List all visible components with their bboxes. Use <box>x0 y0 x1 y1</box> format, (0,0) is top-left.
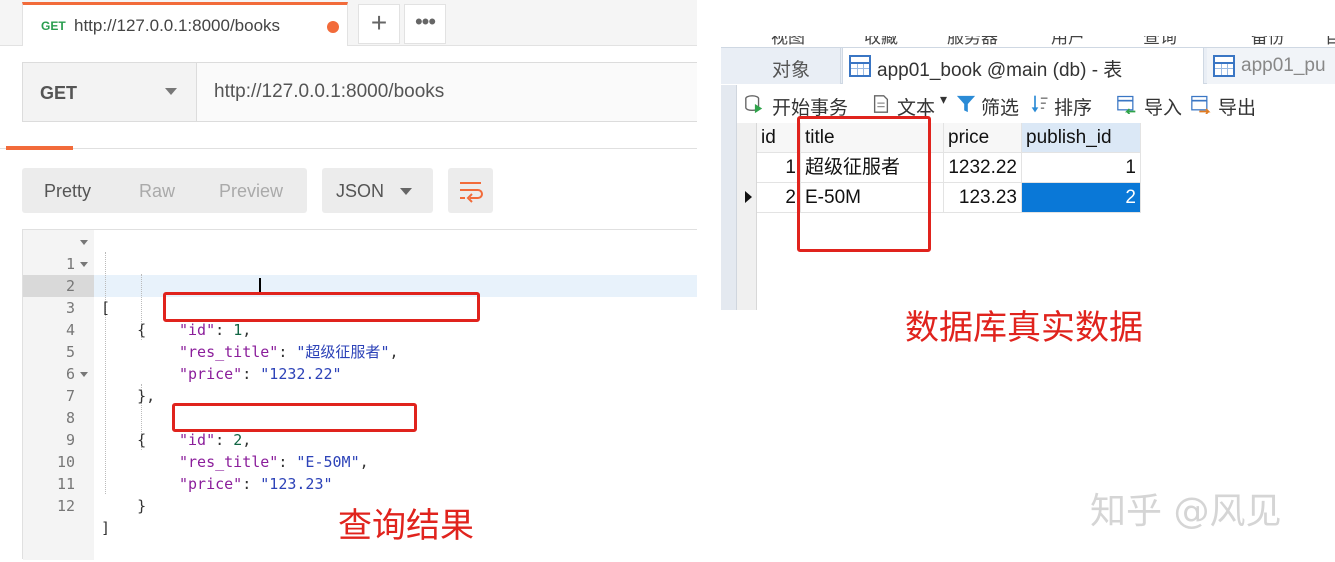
import-icon <box>1117 95 1136 114</box>
code-text: } <box>101 497 147 515</box>
menu-auto[interactable]: 自 <box>1325 36 1335 47</box>
code-line: 2 { <box>23 253 697 339</box>
fold-arrow-icon[interactable] <box>80 240 88 245</box>
code-line: 10 "price": "123.23" <box>23 429 697 493</box>
text-dropdown-icon[interactable]: ▾ <box>940 91 947 108</box>
sort-icon <box>1031 95 1048 113</box>
format-label: JSON <box>336 181 385 201</box>
code-line: 7 { <box>23 363 697 449</box>
format-select[interactable]: JSON <box>322 168 433 213</box>
menu-bar: 视图 收藏 服务器 用户 查询 备份 自 <box>721 36 1335 48</box>
export-button[interactable]: 导出 <box>1218 93 1256 120</box>
unsaved-dot-icon <box>327 21 339 33</box>
section-divider <box>0 148 697 149</box>
tab-url-label: http://127.0.0.1:8000/books <box>74 16 281 35</box>
navicat-tab-bar: 对象 app01_book @main (db) - 表 app01_pu <box>721 48 1335 84</box>
request-bar: GET http://127.0.0.1:8000/books <box>22 62 697 122</box>
code-text: ] <box>101 519 111 537</box>
code-line: 12 ] <box>23 473 697 537</box>
wrap-lines-icon <box>460 182 483 203</box>
wrap-lines-button[interactable] <box>448 168 493 213</box>
cell-id[interactable]: 1 <box>757 153 801 183</box>
menu-favorites[interactable]: 收藏 <box>864 36 898 47</box>
import-button[interactable]: 导入 <box>1144 93 1182 120</box>
new-tab-button[interactable]: + <box>358 4 400 44</box>
cell-publish-id[interactable]: 1 <box>1022 153 1141 183</box>
tab-app01-book[interactable]: app01_book @main (db) - 表 <box>842 48 1204 84</box>
chevron-down-icon <box>400 188 412 195</box>
filter-icon <box>956 95 976 113</box>
cell-price[interactable]: 1232.22 <box>944 153 1022 183</box>
code-line: 6 }, <box>23 341 697 405</box>
highlight-box-title-column <box>797 116 931 252</box>
column-header-publish-id[interactable]: publish_id <box>1022 123 1141 153</box>
column-header-price[interactable]: price <box>944 123 1022 153</box>
cell-id[interactable]: 2 <box>757 183 801 213</box>
method-label: GET <box>40 83 78 103</box>
code-line: 5 "price": "1232.22" <box>23 319 697 383</box>
highlight-box-res-title-1 <box>163 292 480 322</box>
export-icon <box>1191 95 1211 114</box>
table-icon <box>1213 55 1235 77</box>
filter-button[interactable]: 筛选 <box>981 93 1019 120</box>
menu-view[interactable]: 视图 <box>771 36 805 47</box>
menu-query[interactable]: 查询 <box>1143 36 1177 47</box>
side-strip <box>721 85 737 310</box>
tab-app01-publish[interactable]: app01_pu <box>1207 48 1335 84</box>
request-tab[interactable]: GET http://127.0.0.1:8000/books <box>22 2 348 46</box>
row-header-column <box>737 123 757 310</box>
fold-arrow-icon[interactable] <box>80 372 88 377</box>
cell-price[interactable]: 123.23 <box>944 183 1022 213</box>
more-tabs-button[interactable]: ••• <box>404 4 446 44</box>
begin-transaction-icon <box>745 95 763 114</box>
menu-backup[interactable]: 备份 <box>1251 36 1285 47</box>
response-view-tabs: Pretty Raw Preview <box>22 168 307 213</box>
tab-app01-publish-label: app01_pu <box>1241 55 1326 76</box>
sort-button[interactable]: 排序 <box>1054 93 1092 120</box>
tab-preview[interactable]: Preview <box>219 181 283 202</box>
code-line: 11 } <box>23 451 697 515</box>
watermark: 知乎 @风见 <box>1090 491 1282 532</box>
tab-pretty[interactable]: Pretty <box>44 181 91 202</box>
caption-real-data: 数据库真实数据 <box>905 308 1143 348</box>
table-icon <box>849 55 871 77</box>
tab-objects-label: 对象 <box>772 60 811 81</box>
line-number: 12 <box>56 497 75 515</box>
code-line: 1 [ <box>23 231 697 317</box>
menu-users[interactable]: 用户 <box>1051 36 1085 47</box>
column-header-id[interactable]: id <box>757 123 801 153</box>
current-row-arrow-icon <box>745 191 752 203</box>
postman-panel: GET http://127.0.0.1:8000/books + ••• GE… <box>0 0 697 562</box>
url-input[interactable]: http://127.0.0.1:8000/books <box>214 81 444 103</box>
chevron-down-icon <box>165 88 177 95</box>
fold-arrow-icon[interactable] <box>80 262 88 267</box>
tab-app01-book-label: app01_book @main (db) - 表 <box>877 60 1123 81</box>
menu-server[interactable]: 服务器 <box>947 36 998 47</box>
tab-objects[interactable]: 对象 <box>721 48 841 84</box>
highlight-box-res-title-2 <box>172 403 417 432</box>
cell-publish-id-selected[interactable]: 2 <box>1022 183 1141 213</box>
tab-raw[interactable]: Raw <box>139 181 175 202</box>
active-section-indicator <box>6 146 73 150</box>
request-tab-bar: GET http://127.0.0.1:8000/books + ••• <box>0 0 697 46</box>
tab-method-label: GET <box>41 19 66 33</box>
caption-query-result: 查询结果 <box>338 506 474 546</box>
text-icon <box>873 95 889 113</box>
method-select[interactable]: GET <box>23 63 197 121</box>
